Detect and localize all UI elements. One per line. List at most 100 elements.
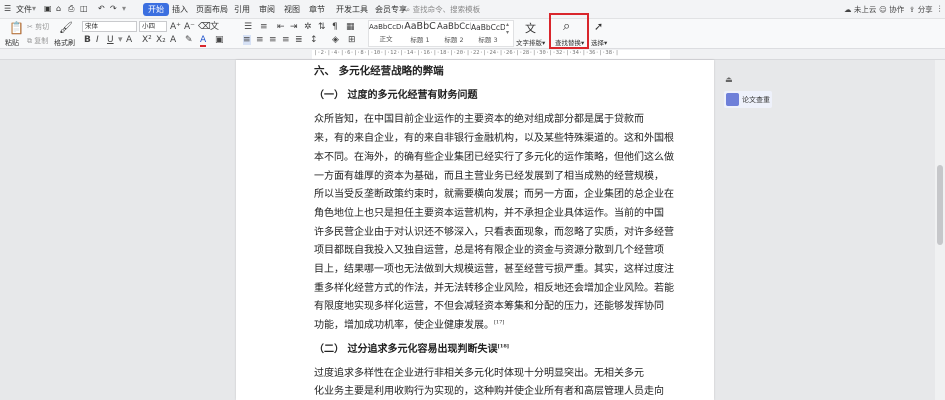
- paste-button[interactable]: 粘贴: [5, 38, 19, 48]
- style-heading-1-sample: AaBbC: [404, 21, 436, 32]
- clear-format-icon[interactable]: ⌫: [198, 22, 211, 32]
- strikethrough-button[interactable]: A: [126, 35, 132, 45]
- decrease-indent-icon[interactable]: ⇤: [277, 22, 285, 32]
- highlight-button[interactable]: ✎: [185, 35, 193, 45]
- copy-icon: ⧉: [27, 37, 32, 45]
- align-right-icon[interactable]: ≡: [269, 35, 277, 45]
- share-button[interactable]: ⇪ 分享: [909, 4, 933, 15]
- increase-indent-icon[interactable]: ⇥: [290, 22, 298, 32]
- scrollbar-thumb[interactable]: [937, 165, 943, 245]
- align-left-icon[interactable]: ≡: [243, 35, 251, 45]
- menu-toggle-icon[interactable]: ☰: [4, 4, 11, 13]
- tab-insert[interactable]: 插入: [172, 4, 188, 15]
- vertical-scrollbar[interactable]: [935, 60, 945, 400]
- paragraph-line: 目上，结果哪一项也无法做到大规模运营，甚至经营亏损严重。其实，这样过度注: [314, 264, 674, 275]
- format-painter-icon[interactable]: 🖌: [59, 21, 73, 34]
- search-icon: ⌕: [406, 5, 411, 14]
- style-normal[interactable]: AaBbCcDd 正文: [369, 20, 403, 46]
- style-heading-1[interactable]: AaBbC 标题 1: [403, 20, 437, 46]
- cloud-status[interactable]: ☁ 未上云: [844, 4, 876, 15]
- numbered-list-icon[interactable]: ≡: [260, 22, 268, 32]
- text-layout-label: 文字排版: [516, 39, 542, 47]
- cut-button[interactable]: ✂ 剪切: [27, 22, 49, 32]
- search-placeholder: 查找命令、搜索模板: [412, 5, 481, 14]
- tab-references[interactable]: 引用: [234, 4, 250, 15]
- select-button[interactable]: 选择▾: [591, 37, 607, 47]
- distribute-icon[interactable]: ≣: [295, 35, 303, 45]
- paragraph-line: 来，有的来自企业，有的来自非银行金融机构，以及某些特殊渠道的。这和外国根: [314, 133, 674, 144]
- char-border-button[interactable]: ▣: [215, 35, 224, 45]
- select-cursor-icon[interactable]: ➚: [594, 20, 603, 33]
- style-heading-3-sample: AaBbCcD: [471, 23, 505, 32]
- paragraph-line: 化业务主要是利用收购行为实现的，这种购并使企业所有者和高层管理人员走向: [314, 386, 664, 397]
- style-heading-2[interactable]: AaBbCcI 标题 2: [437, 20, 471, 46]
- paragraph-line: 众所皆知，在中国目前企业运作的主要资本的绝对组成部分都是属于贷款而: [314, 114, 644, 125]
- shading-icon[interactable]: ◈: [332, 35, 339, 45]
- menu-file[interactable]: 文件: [16, 4, 32, 15]
- font-name-select[interactable]: 宋体: [82, 21, 137, 32]
- paragraph-line: 许多民营企业由于对认识还不够深入，只看表面现象，而忽略了实质，对许多经营: [314, 227, 674, 238]
- tab-member[interactable]: 会员专享: [375, 4, 407, 15]
- paragraph-line: 项目都既自我投入又独自运营，总是将有限企业的资金与资源分散到几个经营项: [314, 245, 664, 256]
- tab-view[interactable]: 视图: [284, 4, 300, 15]
- format-painter-button[interactable]: 格式刷: [54, 38, 75, 48]
- chinese-layout-icon[interactable]: ✲: [304, 22, 312, 32]
- tab-chapter[interactable]: 章节: [309, 4, 325, 15]
- superscript-button[interactable]: X²: [142, 35, 152, 45]
- paragraph-line: 一方面有雄厚的资本为基础，而且主营业务已经发展到了相当成熟的经营规模，: [314, 171, 664, 182]
- subscript-button[interactable]: X₂: [156, 35, 166, 45]
- bold-button[interactable]: B: [84, 35, 91, 45]
- more-options-icon[interactable]: ⋮: [936, 4, 944, 13]
- collab-button[interactable]: ☺ 协作: [879, 4, 904, 15]
- borders-icon[interactable]: ⊞: [348, 35, 356, 45]
- paragraph-last-text: 功能，增加成功机率，使企业健康发展。: [314, 320, 494, 331]
- collapse-panel-icon[interactable]: ⏏: [725, 75, 735, 85]
- text-layout-icon[interactable]: 文: [525, 20, 536, 36]
- tab-home[interactable]: 开始: [143, 3, 169, 16]
- find-replace-highlight: [549, 13, 589, 49]
- redo-icon[interactable]: ↷: [110, 4, 117, 13]
- citation-18: [18]: [497, 343, 510, 350]
- align-center-icon[interactable]: ≡: [256, 35, 264, 45]
- underline-dropdown-icon[interactable]: ▾: [118, 35, 123, 45]
- file-dropdown-icon[interactable]: ▾: [32, 4, 36, 13]
- quick-access-more-icon[interactable]: ▾: [122, 4, 126, 13]
- copy-button[interactable]: ⧉ 复制: [27, 36, 48, 46]
- italic-button[interactable]: I: [96, 35, 99, 45]
- justify-icon[interactable]: ≡: [282, 35, 290, 45]
- shrink-font-icon[interactable]: A⁻: [184, 22, 195, 32]
- quick-preview-icon[interactable]: ◫: [80, 4, 88, 13]
- paragraph-line: 所以当受反垄断政策约束时，就需要横向发展；而另一方面，企业集团的总企业在: [314, 189, 674, 200]
- styles-scroll-down-icon[interactable]: ▾: [506, 28, 509, 38]
- paper-check-button[interactable]: 论文查重: [724, 91, 772, 108]
- style-heading-3[interactable]: AaBbCcD 标题 3: [471, 20, 505, 46]
- style-heading-3-name: 标题 3: [478, 36, 498, 44]
- font-color-button[interactable]: A: [200, 35, 207, 47]
- text-layout-button[interactable]: 文字排版▾: [516, 37, 545, 47]
- paper-check-label: 论文查重: [742, 96, 770, 104]
- quick-save-icon[interactable]: ▣: [44, 4, 52, 13]
- grow-font-icon[interactable]: A⁺: [170, 22, 181, 32]
- paper-check-icon: [726, 93, 739, 106]
- paste-icon[interactable]: 📋: [9, 21, 24, 35]
- font-size-select[interactable]: 小四: [139, 21, 167, 32]
- tab-page-layout[interactable]: 页面布局: [196, 4, 228, 15]
- cut-label: 剪切: [35, 23, 50, 31]
- quick-print-icon[interactable]: ⎙: [68, 4, 74, 14]
- underline-button[interactable]: U: [107, 35, 114, 45]
- quick-open-icon[interactable]: ⌂: [56, 4, 61, 13]
- text-effect-button[interactable]: A: [170, 35, 176, 45]
- paragraph-last-line: 功能，增加成功机率，使企业健康发展。[17]: [314, 316, 504, 331]
- undo-icon[interactable]: ↶: [98, 4, 105, 13]
- style-heading-2-name: 标题 2: [444, 36, 464, 44]
- show-marks-icon[interactable]: ¶: [332, 22, 338, 32]
- style-normal-sample: AaBbCcDd: [369, 23, 403, 31]
- sort-icon[interactable]: ⇅: [318, 22, 326, 32]
- phonetic-guide-icon[interactable]: 文: [210, 22, 219, 32]
- tab-review[interactable]: 审阅: [259, 4, 275, 15]
- command-search[interactable]: ⌕ 查找命令、搜索模板: [406, 4, 480, 15]
- tab-developer[interactable]: 开发工具: [336, 4, 368, 15]
- bullet-list-icon[interactable]: ☰: [244, 22, 252, 32]
- table-icon[interactable]: ▦: [346, 22, 355, 32]
- line-spacing-icon[interactable]: ↕: [310, 35, 318, 45]
